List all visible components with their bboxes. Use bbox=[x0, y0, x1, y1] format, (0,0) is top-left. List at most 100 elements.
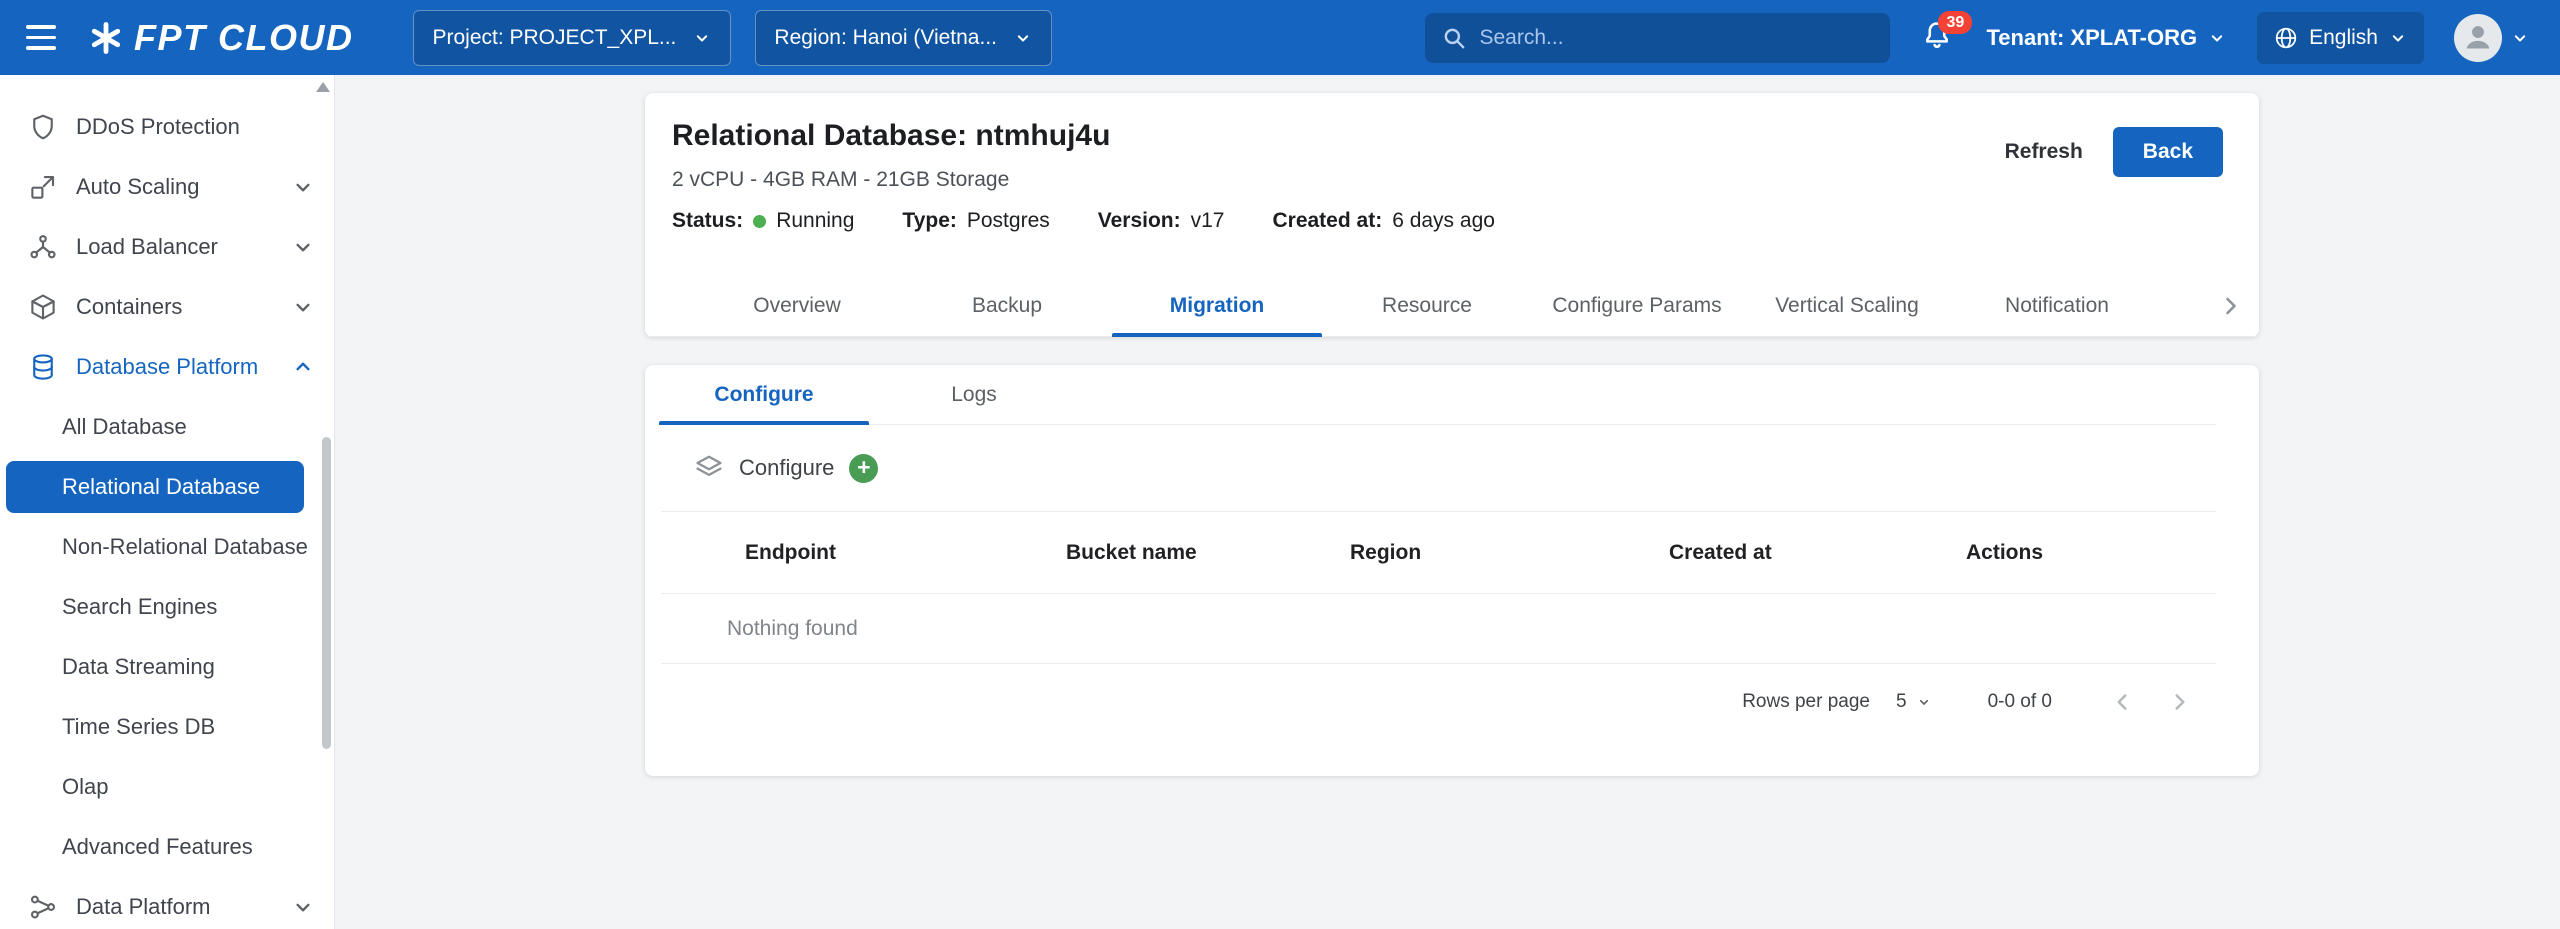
type-value: Postgres bbox=[967, 209, 1050, 233]
table-header-row: Endpoint Bucket name Region Created at A… bbox=[661, 512, 2216, 594]
chevron-down-icon bbox=[2510, 28, 2530, 48]
chevron-down-icon bbox=[692, 28, 712, 48]
notifications-button[interactable]: 39 bbox=[1920, 19, 1956, 57]
column-header-bucket-name: Bucket name bbox=[1066, 541, 1350, 565]
global-search bbox=[1425, 13, 1890, 63]
tab-vertical-scaling[interactable]: Vertical Scaling bbox=[1742, 275, 1952, 336]
tab-notification[interactable]: Notification bbox=[1952, 275, 2162, 336]
fpt-logo-star-icon bbox=[88, 20, 124, 56]
sidebar-item-non-relational-database[interactable]: Non-Relational Database bbox=[0, 517, 334, 577]
tabs-scroll-right-icon[interactable] bbox=[2217, 292, 2245, 320]
sidebar-item-data-platform[interactable]: Data Platform bbox=[0, 877, 334, 929]
sidebar-item-label: Advanced Features bbox=[62, 834, 253, 860]
refresh-button[interactable]: Refresh bbox=[2005, 140, 2083, 164]
chevron-down-icon bbox=[290, 174, 316, 200]
configure-section-title: Configure bbox=[739, 455, 834, 481]
sidebar-item-label: Load Balancer bbox=[76, 234, 218, 260]
sidebar-item-label: Auto Scaling bbox=[76, 174, 200, 200]
back-button[interactable]: Back bbox=[2113, 127, 2223, 177]
rows-per-page-value: 5 bbox=[1896, 691, 1907, 713]
sidebar-item-time-series-db[interactable]: Time Series DB bbox=[0, 697, 334, 757]
main-content: Relational Database: ntmhuj4u 2 vCPU - 4… bbox=[335, 75, 2560, 929]
tab-overview[interactable]: Overview bbox=[692, 275, 902, 336]
sidebar-item-containers[interactable]: Containers bbox=[0, 277, 334, 337]
sidebar-item-auto-scaling[interactable]: Auto Scaling bbox=[0, 157, 334, 217]
sidebar-item-search-engines[interactable]: Search Engines bbox=[0, 577, 334, 637]
rows-per-page-label: Rows per page bbox=[1742, 691, 1870, 713]
language-selector[interactable]: English bbox=[2257, 12, 2424, 64]
type-label: Type: bbox=[902, 209, 956, 233]
tab-migration[interactable]: Migration bbox=[1112, 275, 1322, 336]
user-menu[interactable] bbox=[2454, 14, 2530, 62]
logo-text: FPT CLOUD bbox=[134, 17, 353, 59]
pagination-range: 0-0 of 0 bbox=[1988, 691, 2052, 713]
sidebar-item-label: Search Engines bbox=[62, 594, 217, 620]
chevron-right-icon bbox=[2167, 689, 2193, 715]
scale-icon bbox=[28, 172, 58, 202]
next-page-button[interactable] bbox=[2158, 680, 2202, 724]
sidebar-item-relational-database[interactable]: Relational Database bbox=[6, 461, 304, 513]
load-balancer-icon bbox=[28, 232, 58, 262]
tenant-label: Tenant: XPLAT-ORG bbox=[1986, 25, 2197, 51]
database-status-row: Status: Running Type: Postgres Version: … bbox=[672, 209, 1543, 233]
column-header-actions: Actions bbox=[1966, 541, 2216, 565]
sidebar: DDoS Protection Auto Scaling Load Balanc… bbox=[0, 75, 335, 929]
chevron-down-icon bbox=[2388, 28, 2408, 48]
database-header-card: Relational Database: ntmhuj4u 2 vCPU - 4… bbox=[645, 93, 2259, 337]
sidebar-item-label: DDoS Protection bbox=[76, 114, 240, 140]
tab-logs[interactable]: Logs bbox=[869, 365, 1079, 424]
menu-icon[interactable] bbox=[26, 19, 64, 57]
page-title: Relational Database: ntmhuj4u bbox=[672, 119, 1543, 153]
sidebar-item-advanced-features[interactable]: Advanced Features bbox=[0, 817, 334, 877]
shield-icon bbox=[28, 112, 58, 142]
sidebar-item-label: Time Series DB bbox=[62, 714, 215, 740]
chevron-down-icon bbox=[1013, 28, 1033, 48]
sidebar-scroll-up-icon[interactable] bbox=[316, 82, 330, 92]
tab-backup[interactable]: Backup bbox=[902, 275, 1112, 336]
previous-page-button[interactable] bbox=[2100, 680, 2144, 724]
sidebar-item-label: Database Platform bbox=[76, 354, 258, 380]
sidebar-item-label: Non-Relational Database bbox=[62, 534, 308, 560]
region-selector-label: Region: Hanoi (Vietna... bbox=[774, 26, 997, 50]
version-label: Version: bbox=[1098, 209, 1181, 233]
plus-circle-icon[interactable]: + bbox=[849, 454, 878, 483]
sidebar-item-ddos-protection[interactable]: DDoS Protection bbox=[0, 97, 334, 157]
tab-configure[interactable]: Configure bbox=[659, 365, 869, 424]
chevron-down-icon bbox=[290, 294, 316, 320]
sidebar-item-data-streaming[interactable]: Data Streaming bbox=[0, 637, 334, 697]
column-header-region: Region bbox=[1350, 541, 1669, 565]
nodes-icon bbox=[28, 892, 58, 922]
avatar-icon bbox=[2461, 21, 2495, 55]
search-input[interactable] bbox=[1479, 26, 1874, 50]
language-label: English bbox=[2309, 26, 2378, 50]
chevron-down-icon bbox=[2207, 28, 2227, 48]
tab-resource[interactable]: Resource bbox=[1322, 275, 1532, 336]
chevron-down-icon bbox=[290, 894, 316, 920]
migration-card: Configure Logs Configure + Endpoint Buck… bbox=[645, 365, 2259, 776]
notification-badge: 39 bbox=[1938, 11, 1972, 34]
sidebar-item-database-platform[interactable]: Database Platform bbox=[0, 337, 334, 397]
database-icon bbox=[28, 352, 58, 382]
globe-icon bbox=[2273, 25, 2299, 51]
sidebar-item-label: Containers bbox=[76, 294, 182, 320]
search-icon bbox=[1441, 25, 1467, 51]
tab-configure-params[interactable]: Configure Params bbox=[1532, 275, 1742, 336]
tenant-selector[interactable]: Tenant: XPLAT-ORG bbox=[1986, 25, 2227, 51]
column-header-created-at: Created at bbox=[1669, 541, 1966, 565]
main-tabs: Overview Backup Migration Resource Confi… bbox=[645, 275, 2259, 337]
rows-per-page-select[interactable]: 5 bbox=[1896, 691, 1932, 713]
sidebar-item-label: Data Streaming bbox=[62, 654, 215, 680]
sidebar-item-load-balancer[interactable]: Load Balancer bbox=[0, 217, 334, 277]
project-selector[interactable]: Project: PROJECT_XPL... bbox=[413, 10, 731, 66]
sidebar-item-all-database[interactable]: All Database bbox=[0, 397, 334, 457]
avatar bbox=[2454, 14, 2502, 62]
status-value: Running bbox=[776, 209, 854, 233]
sidebar-scrollbar[interactable] bbox=[322, 437, 331, 749]
empty-state-text: Nothing found bbox=[727, 617, 858, 641]
database-specs: 2 vCPU - 4GB RAM - 21GB Storage bbox=[672, 168, 1543, 192]
region-selector[interactable]: Region: Hanoi (Vietna... bbox=[755, 10, 1052, 66]
empty-state-row: Nothing found bbox=[661, 594, 2216, 664]
sidebar-item-olap[interactable]: Olap bbox=[0, 757, 334, 817]
sidebar-item-label: Relational Database bbox=[62, 474, 260, 500]
fpt-cloud-logo[interactable]: FPT CLOUD bbox=[88, 17, 353, 59]
